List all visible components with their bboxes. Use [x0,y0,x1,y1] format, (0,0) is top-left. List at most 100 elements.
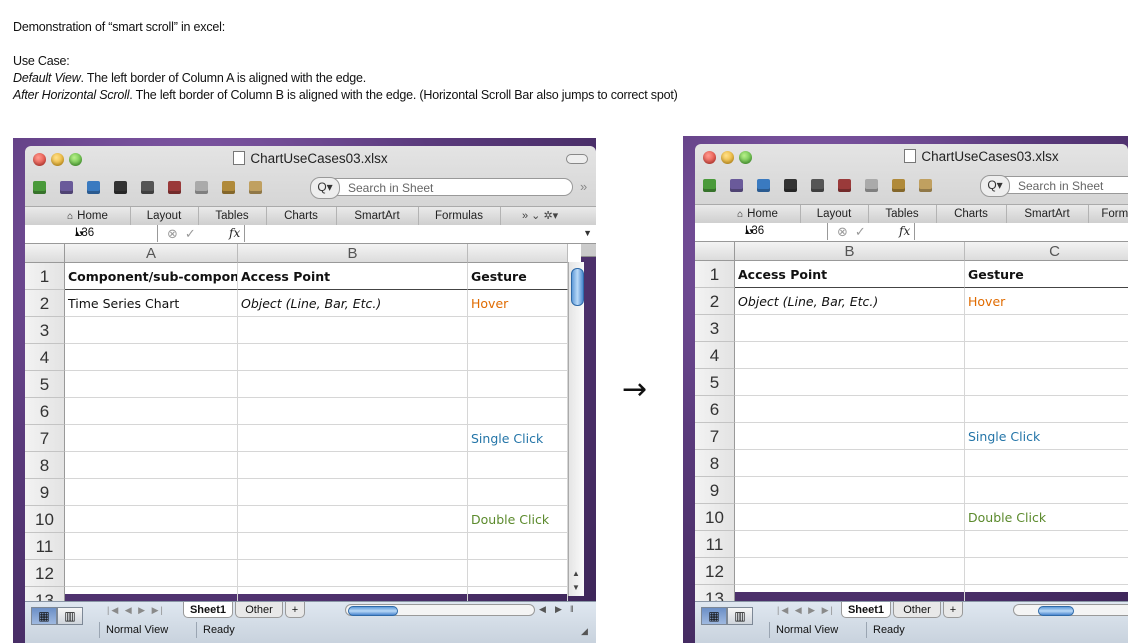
paste-icon[interactable] [888,176,909,195]
grid-cell[interactable] [735,396,965,423]
format-painter-icon[interactable] [915,176,936,195]
grid-cell[interactable]: Time Series Chart [65,290,238,317]
grid-cell[interactable] [735,558,965,585]
grid-cell[interactable]: Object (Line, Bar, Etc.) [735,288,965,315]
open-icon[interactable] [753,176,774,195]
grid-cell[interactable] [468,371,568,398]
templates-icon[interactable] [56,178,77,197]
grid-cell[interactable] [238,317,468,344]
page-layout-view-icon[interactable]: ▥ [57,607,83,625]
grid-cell[interactable]: Single Click [965,423,1128,450]
row-header[interactable]: 10 [695,504,735,531]
worksheet-grid[interactable]: AB 1Component/sub-componentAccess PointGe… [25,244,581,614]
grid-cell[interactable] [735,423,965,450]
confirm-entry-icon[interactable]: ✓ [185,226,203,241]
tab-layout[interactable]: Layout [130,207,199,225]
grid-cell[interactable] [65,398,238,425]
row-header[interactable]: 10 [25,506,65,533]
row-header[interactable]: 1 [25,263,65,290]
tab-layout[interactable]: Layout [800,205,869,223]
ribbon-overflow-icon[interactable]: » ⌄ ✲▾ [522,207,558,225]
grid-cell[interactable] [65,506,238,533]
grid-cell[interactable] [65,452,238,479]
format-painter-icon[interactable] [245,178,266,197]
grid-cell[interactable] [965,477,1128,504]
page-layout-view-icon[interactable]: ▥ [727,607,753,625]
row-header[interactable]: 4 [25,344,65,371]
save-icon[interactable] [780,176,801,195]
split-icon[interactable]: ‖ [570,604,574,614]
scroll-left-icon[interactable]: ◀ [539,604,546,615]
column-header[interactable]: C [965,242,1128,261]
copy-icon[interactable] [191,178,212,197]
grid-cell[interactable]: Single Click [468,425,568,452]
sheet-tab-sheet1[interactable]: Sheet1 [841,602,891,618]
sheet-nav-arrows-icon[interactable]: |◀ ◀ ▶ ▶| [777,605,835,616]
row-header[interactable]: 1 [695,261,735,288]
grid-cell[interactable] [238,425,468,452]
confirm-entry-icon[interactable]: ✓ [855,224,873,239]
sheet-nav-arrows-icon[interactable]: |◀ ◀ ▶ ▶| [107,605,165,616]
paste-icon[interactable] [218,178,239,197]
grid-cell[interactable] [468,452,568,479]
grid-cell[interactable]: Double Click [965,504,1128,531]
column-header[interactable]: A [65,244,238,263]
add-sheet-button[interactable]: + [285,602,305,618]
grid-cell[interactable] [238,452,468,479]
copy-icon[interactable] [861,176,882,195]
fx-icon[interactable]: fx [229,225,246,242]
save-icon[interactable] [110,178,131,197]
grid-cell[interactable] [65,317,238,344]
row-header[interactable]: 8 [25,452,65,479]
search-icon[interactable]: Q▾ [980,175,1010,197]
grid-cell[interactable] [65,344,238,371]
row-header[interactable]: 7 [25,425,65,452]
grid-cell[interactable] [468,344,568,371]
grid-cell[interactable] [735,369,965,396]
toolbar-overflow-icon[interactable]: » [580,179,587,194]
tab-formulas[interactable]: Formulas [418,207,501,225]
tab-tables[interactable]: Tables [198,207,267,225]
sheet-tab-other[interactable]: Other [893,602,941,618]
grid-cell[interactable] [965,450,1128,477]
column-header[interactable] [468,244,568,263]
cancel-entry-icon[interactable]: ⊗ [837,224,855,239]
row-header[interactable]: 11 [695,531,735,558]
grid-cell[interactable] [238,560,468,587]
grid-cell[interactable] [735,315,965,342]
grid-cell[interactable]: Gesture [965,261,1128,288]
column-header[interactable]: B [238,244,468,263]
row-header[interactable]: 3 [695,315,735,342]
grid-cell[interactable] [965,531,1128,558]
grid-cell[interactable] [65,533,238,560]
sheet-tab-other[interactable]: Other [235,602,283,618]
new-workbook-icon[interactable] [699,176,720,195]
row-header[interactable]: 8 [695,450,735,477]
tab-tables[interactable]: Tables [868,205,937,223]
vertical-scroll-thumb[interactable] [571,268,584,306]
grid-cell[interactable] [735,531,965,558]
row-header[interactable]: 9 [25,479,65,506]
tab-charts[interactable]: Charts [936,205,1007,223]
grid-cell[interactable] [965,342,1128,369]
cancel-entry-icon[interactable]: ⊗ [167,226,185,241]
name-box-stepper-icon[interactable]: ▴▾ [75,225,155,242]
grid-cell[interactable] [468,479,568,506]
grid-cell[interactable] [965,315,1128,342]
normal-view-icon[interactable]: ▦ [701,607,727,625]
scroll-down-icon[interactable]: ▼ [572,583,580,592]
grid-cell[interactable]: Access Point [735,261,965,288]
formula-dropdown-icon[interactable]: ▼ [583,228,592,238]
grid-cell[interactable] [238,506,468,533]
search-icon[interactable]: Q▾ [310,177,340,199]
row-header[interactable]: 7 [695,423,735,450]
row-header[interactable]: 12 [695,558,735,585]
cut-icon[interactable] [834,176,855,195]
grid-cell[interactable] [65,371,238,398]
row-header[interactable]: 2 [695,288,735,315]
tab-formulas[interactable]: Formu [1088,205,1128,223]
tab-charts[interactable]: Charts [266,207,337,225]
cut-icon[interactable] [164,178,185,197]
search-input[interactable]: Q▾ Search in Sheet [310,177,573,199]
grid-cell[interactable] [468,398,568,425]
